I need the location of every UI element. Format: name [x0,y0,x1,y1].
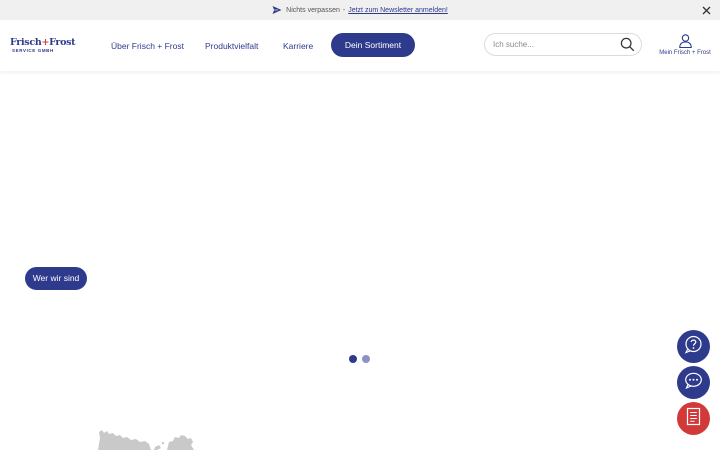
search-icon[interactable] [620,37,635,52]
catalog-button[interactable] [677,402,710,435]
close-icon[interactable] [700,4,712,16]
paper-plane-icon [272,5,282,15]
carousel-dot-2[interactable] [362,355,370,363]
logo-wordmark: Frisch+Frost [10,37,76,48]
chat-icon [684,371,703,395]
banner-prefix: Nichts verpassen [286,6,340,14]
newsletter-link[interactable]: Jetzt zum Newsletter anmelden! [348,7,448,14]
site-header: Frisch+Frost SERVICE GMBH Über Frisch + … [0,20,720,71]
nav-item-careers[interactable]: Karriere [283,34,313,58]
help-icon [684,335,703,359]
carousel-dots [349,355,370,363]
chat-button[interactable] [677,366,710,399]
wer-wir-sind-button[interactable]: Wer wir sind [25,267,87,290]
nav-item-products[interactable]: Produktvielfalt [205,34,258,58]
logo[interactable]: Frisch+Frost SERVICE GMBH [10,37,76,58]
help-button[interactable] [677,330,710,363]
search-box [484,33,642,56]
catalog-icon [685,407,702,431]
user-icon [678,34,692,49]
carousel-dot-1[interactable] [349,355,357,363]
nav-item-about[interactable]: Über Frisch + Frost [111,34,184,58]
logo-subline: SERVICE GMBH [12,48,54,53]
newsletter-banner: Nichts verpassen - Jetzt zum Newsletter … [0,0,720,20]
map-graphic [95,424,195,450]
account-link[interactable]: Mein Frisch + Frost [655,34,715,58]
dein-sortiment-button[interactable]: Dein Sortiment [331,33,415,57]
search-input[interactable] [493,37,613,52]
account-label: Mein Frisch + Frost [659,50,711,56]
banner-separator: - [342,6,346,14]
